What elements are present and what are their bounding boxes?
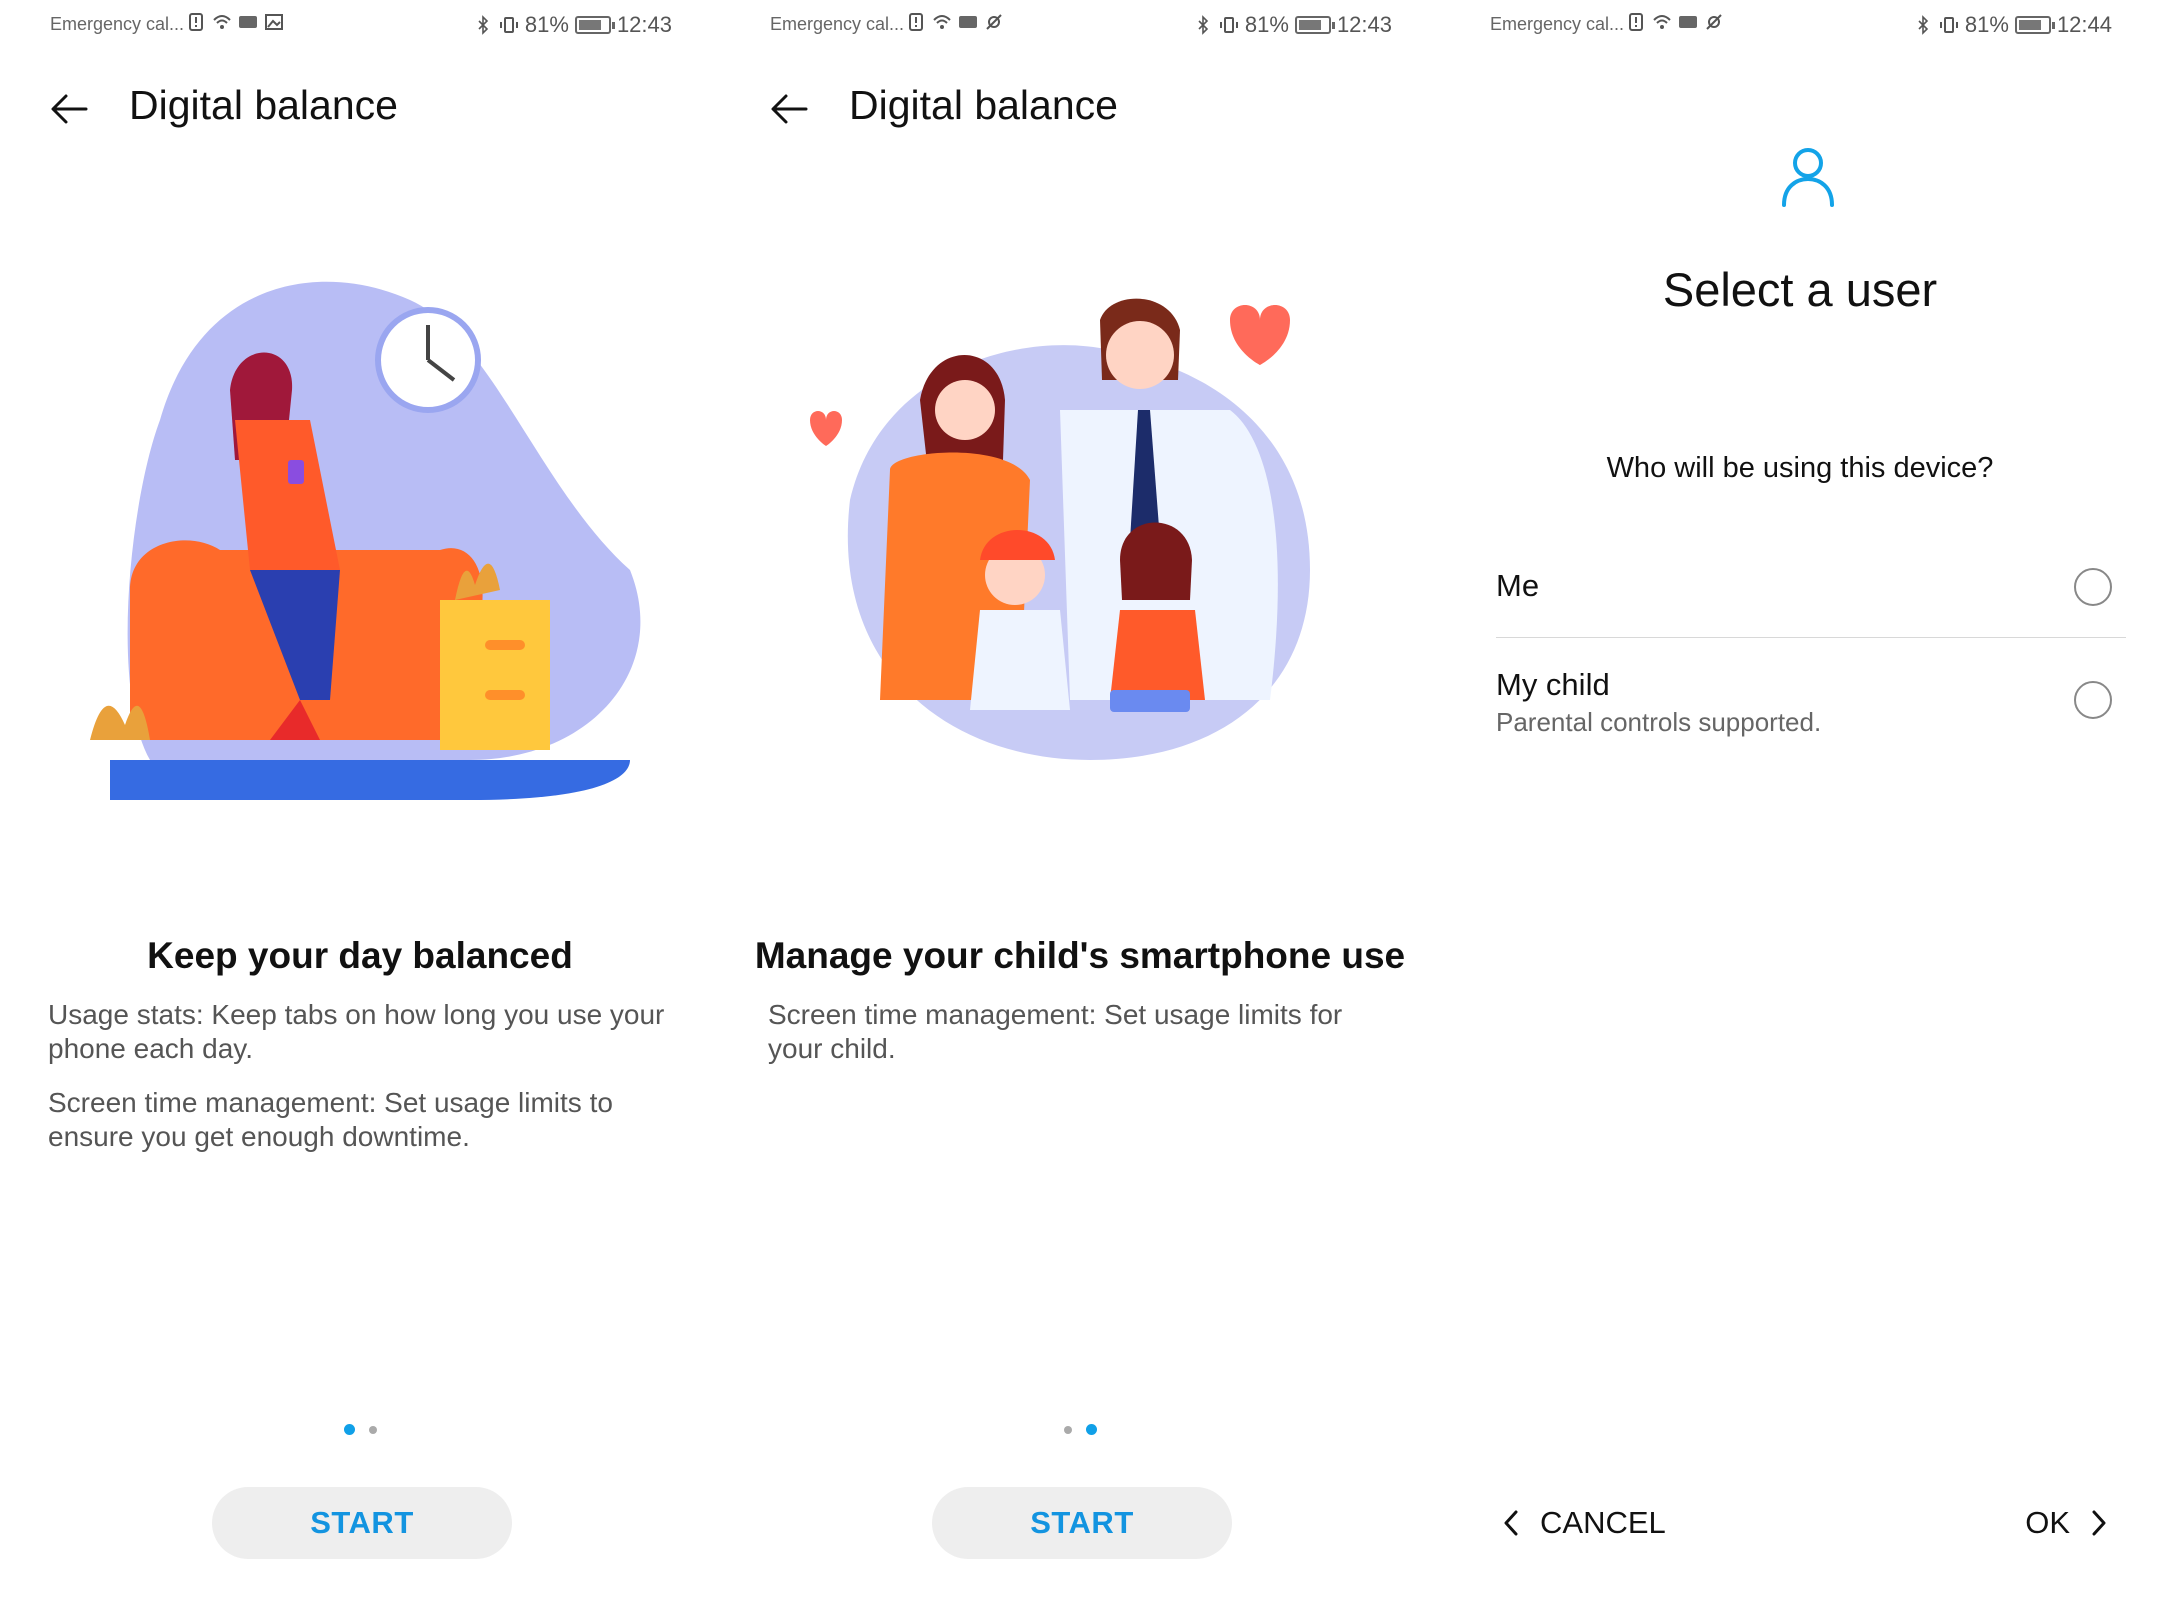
page-title: Digital balance bbox=[129, 82, 398, 128]
image-icon bbox=[265, 14, 283, 30]
battery-fill bbox=[2018, 20, 2041, 30]
battery-percent: 81% bbox=[1964, 12, 2009, 37]
page-title: Digital balance bbox=[849, 82, 1118, 128]
start-button[interactable]: START bbox=[212, 1487, 512, 1559]
hms-icon bbox=[239, 16, 257, 28]
option-me[interactable]: Me bbox=[1496, 568, 2116, 628]
ok-label: OK bbox=[2025, 1505, 2070, 1540]
carrier-text: Emergency cal... bbox=[1490, 14, 1625, 34]
battery-icon bbox=[2014, 16, 2055, 34]
sim-alert-icon bbox=[189, 13, 203, 31]
start-button[interactable]: START bbox=[932, 1487, 1232, 1559]
no-location-icon bbox=[986, 14, 1002, 30]
option-sublabel: Parental controls supported. bbox=[1496, 707, 1822, 737]
bluetooth-icon bbox=[478, 15, 489, 35]
family-illustration bbox=[810, 298, 1310, 760]
chevron-right-icon bbox=[2092, 1510, 2106, 1536]
chevron-left-icon bbox=[1504, 1510, 1518, 1536]
sim-alert-icon bbox=[1629, 13, 1643, 31]
no-location-icon bbox=[1706, 14, 1722, 30]
cancel-button[interactable]: CANCEL bbox=[1500, 1505, 1666, 1541]
back-arrow-icon bbox=[771, 94, 808, 124]
clock-time: 12:44 bbox=[2056, 12, 2112, 37]
status-bar: Emergency cal... 81% 12:43 bbox=[0, 0, 720, 48]
page-dot-1 bbox=[343, 1424, 355, 1435]
battery-icon bbox=[1294, 16, 1335, 34]
battery-icon bbox=[574, 16, 615, 34]
headline: Manage your child's smartphone use bbox=[754, 935, 1406, 976]
option-my-child[interactable]: My child Parental controls supported. bbox=[1496, 667, 2116, 747]
divider bbox=[1496, 637, 2126, 638]
question-text: Who will be using this device? bbox=[1606, 452, 1994, 484]
app-bar: Digital balance bbox=[720, 72, 1440, 144]
battery-fill bbox=[1298, 20, 1321, 30]
select-user-screen: Emergency cal... 81% 12:44 Select a user… bbox=[1440, 0, 2160, 1600]
description-usage-stats: Usage stats: Keep tabs on how long you u… bbox=[48, 999, 665, 1064]
hms-icon bbox=[1679, 16, 1697, 28]
wifi-icon bbox=[1653, 15, 1671, 29]
wifi-icon bbox=[933, 15, 951, 29]
battery-percent: 81% bbox=[524, 12, 569, 37]
intro-screen-parental: Emergency cal... 81% 12:43 Digital balan… bbox=[720, 0, 1440, 1600]
carrier-text: Emergency cal... bbox=[50, 14, 185, 34]
battery-fill bbox=[578, 20, 601, 30]
page-dot-1 bbox=[1063, 1425, 1072, 1434]
description-screen-time: Screen time management: Set usage limits… bbox=[48, 1087, 613, 1152]
carrier-text: Emergency cal... bbox=[770, 14, 905, 34]
battery-percent: 81% bbox=[1244, 12, 1289, 37]
sim-alert-icon bbox=[909, 13, 923, 31]
wifi-icon bbox=[213, 15, 231, 29]
back-button[interactable] bbox=[44, 84, 94, 134]
ok-button[interactable]: OK bbox=[2025, 1505, 2110, 1541]
vibrate-icon bbox=[499, 17, 518, 33]
vibrate-icon bbox=[1939, 17, 1958, 33]
bluetooth-icon bbox=[1918, 15, 1929, 35]
page-title: Select a user bbox=[1662, 263, 1938, 316]
clock-time: 12:43 bbox=[616, 12, 672, 37]
radio-button-my-child[interactable] bbox=[2074, 681, 2112, 719]
radio-button-me[interactable] bbox=[2074, 568, 2112, 606]
intro-screen-usage: Emergency cal... 81% 12:43 Digital balan… bbox=[0, 0, 720, 1600]
cancel-label: CANCEL bbox=[1540, 1505, 1666, 1540]
back-arrow-icon bbox=[51, 94, 88, 124]
user-icon bbox=[1782, 148, 1834, 207]
bluetooth-icon bbox=[1198, 15, 1209, 35]
app-bar: Digital balance bbox=[0, 72, 720, 144]
vibrate-icon bbox=[1219, 17, 1238, 33]
description-screen-time: Screen time management: Set usage limits… bbox=[768, 999, 1343, 1064]
back-button[interactable] bbox=[764, 84, 814, 134]
option-label: My child bbox=[1496, 667, 1610, 702]
clock-time: 12:43 bbox=[1336, 12, 1392, 37]
page-indicator bbox=[0, 1424, 720, 1435]
headline: Keep your day balanced bbox=[147, 935, 573, 976]
woman-on-sofa-illustration bbox=[90, 281, 641, 800]
page-dot-2 bbox=[1085, 1424, 1097, 1435]
option-label: Me bbox=[1496, 568, 1540, 603]
status-bar: Emergency cal... 81% 12:44 bbox=[1440, 0, 2160, 48]
page-indicator bbox=[720, 1424, 1440, 1435]
status-bar: Emergency cal... 81% 12:43 bbox=[720, 0, 1440, 48]
page-dot-2 bbox=[368, 1425, 377, 1434]
hms-icon bbox=[959, 16, 977, 28]
